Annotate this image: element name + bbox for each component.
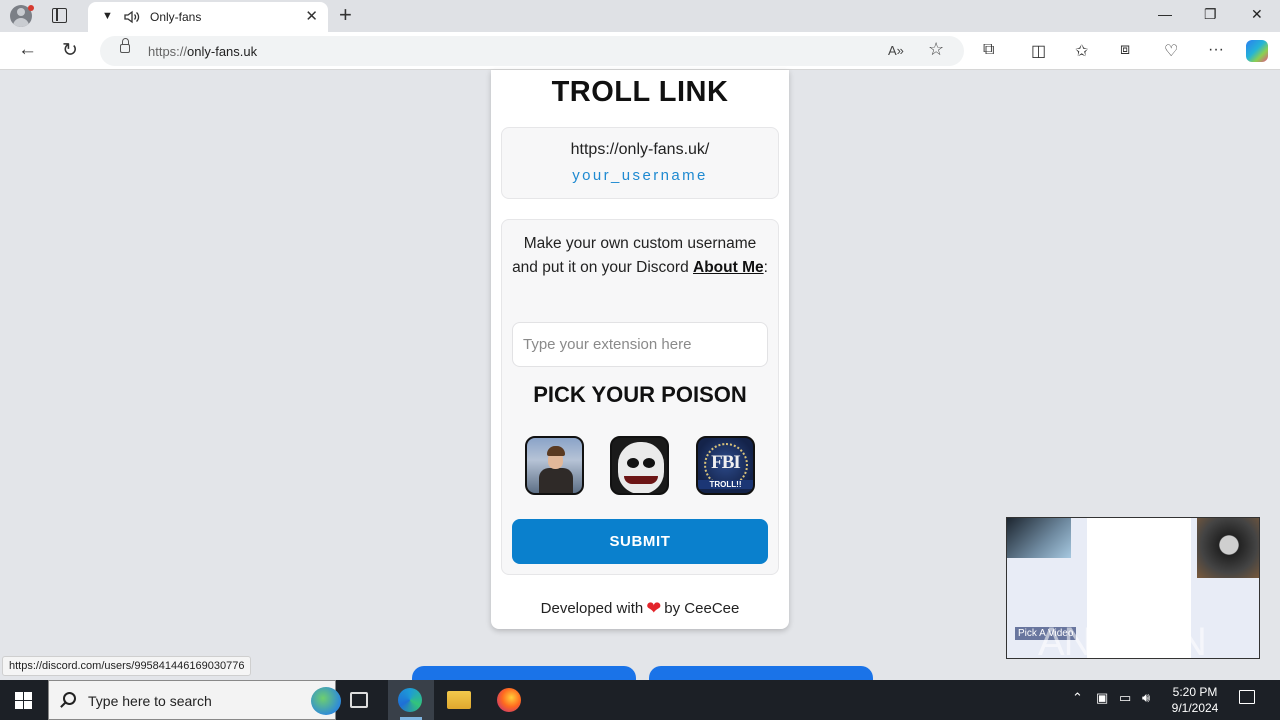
option-fbi-troll[interactable]: FBI TROLL!! [696,436,755,495]
bottom-button-right[interactable] [649,666,873,680]
browser-toolbar: ← ↻ https://only-fans.uk A» ☆ ⧉ ◫ ✩ ⧈ ♡ … [0,32,1280,70]
tray-overflow-icon[interactable]: ⌃ [1072,690,1083,706]
search-placeholder: Type here to search [88,693,212,709]
task-view-icon[interactable] [350,692,368,708]
address-bar[interactable]: https://only-fans.uk A» ☆ [100,36,964,66]
window-close-icon[interactable]: ✕ [1251,6,1263,23]
footer-credit: Developed with ❤ by CeeCee [540,598,740,618]
favorite-star-icon[interactable]: ☆ [928,39,944,60]
minimize-icon[interactable]: — [1158,6,1172,22]
browser-tab[interactable]: ▼ Only-fans ✕ [88,2,328,32]
tab-actions-icon[interactable] [52,8,67,23]
notifications-icon[interactable] [1239,690,1255,704]
link-base-url: https://only-fans.uk/ [570,141,710,158]
option-rickroll[interactable] [525,436,584,495]
link-preview: https://only-fans.uk/ your_username [501,127,779,199]
favorites-icon[interactable]: ✩ [1075,41,1088,61]
profile-notification-dot [28,5,34,11]
submit-button[interactable]: SUBMIT [512,519,768,564]
bottom-button-left[interactable] [412,666,636,680]
option-jeff[interactable] [610,436,669,495]
link-username: your_username [572,167,708,184]
status-bar-url: https://discord.com/users/99584144616903… [2,656,252,676]
windows-taskbar: Type here to search ⌃ ▣ ▭ 🔊︎ 5:20 PM 9/1… [0,680,1280,720]
audio-playing-icon[interactable] [122,7,142,32]
pick-your-poison-heading: PICK YOUR POISON [533,382,747,407]
back-icon[interactable]: ← [18,39,37,61]
tray-device-icon[interactable]: ▣ [1096,690,1108,706]
search-highlight-icon [311,687,341,715]
tab-favicon-icon: ▼ [102,10,113,22]
tab-strip: ▼ Only-fans ✕ + — ❐ ✕ [0,0,1280,32]
instructions-text: Make your own custom username and put it… [512,235,768,276]
troll-badge: TROLL!! [698,480,753,489]
clock-time: 5:20 PM [1172,685,1218,699]
start-icon[interactable] [15,692,32,709]
refresh-icon[interactable]: ↻ [62,39,78,62]
troll-link-card: TROLL LINK https://only-fans.uk/ your_us… [491,70,789,629]
overlay-thumbnail-right [1197,518,1259,578]
collections-icon[interactable]: ⧈ [1120,41,1130,59]
system-clock[interactable]: 5:20 PM 9/1/2024 [1162,684,1228,716]
page-title: TROLL LINK [551,76,729,108]
tab-close-icon[interactable]: ✕ [305,7,318,25]
split-screen-icon[interactable]: ◫ [1031,41,1046,61]
extensions-icon[interactable]: ⧉ [983,41,994,59]
network-icon[interactable]: ▭ [1119,690,1131,706]
watermark: ANY.RUN [1038,620,1207,664]
restore-icon[interactable]: ❐ [1204,6,1217,23]
new-tab-icon[interactable]: + [339,2,352,28]
overlay-thumbnail-left [1007,518,1071,558]
address-url[interactable]: https://only-fans.uk [148,44,257,59]
taskbar-search[interactable]: Type here to search [48,680,341,720]
fbi-logo-text: FBI [711,452,741,473]
file-explorer-icon[interactable] [447,691,471,709]
custom-link-form: Make your own custom username and put it… [501,219,779,575]
browser-essentials-icon[interactable]: ♡ [1164,41,1178,61]
edge-icon[interactable] [398,688,422,712]
read-aloud-icon[interactable]: A» [888,43,904,58]
about-me-link: About Me [693,259,764,276]
clock-date: 9/1/2024 [1171,701,1219,715]
volume-icon[interactable]: 🔊︎ [1142,690,1150,706]
search-icon [63,692,76,705]
firefox-icon[interactable] [497,688,521,712]
lock-icon[interactable] [120,38,130,53]
tab-title: Only-fans [150,10,202,24]
extension-input[interactable] [512,322,768,367]
copilot-icon[interactable] [1246,40,1268,62]
heart-icon: ❤ [646,598,662,618]
more-menu-icon[interactable]: ··· [1208,41,1224,59]
